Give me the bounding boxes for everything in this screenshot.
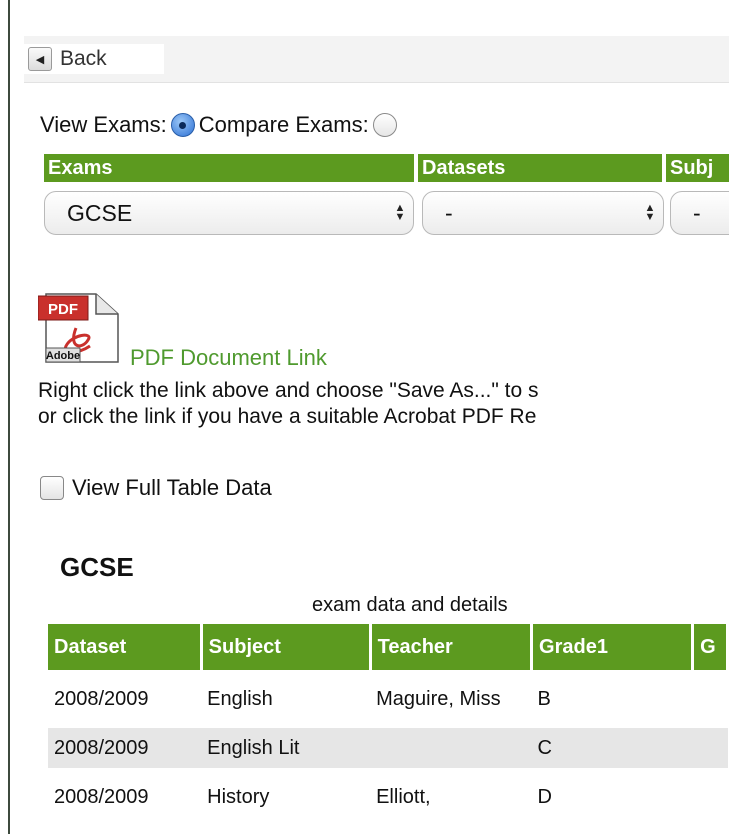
toolbar-divider bbox=[24, 82, 729, 83]
full-table-checkbox[interactable] bbox=[40, 476, 64, 500]
exams-filter-header: Exams bbox=[44, 154, 414, 182]
column-header-teacher[interactable]: Teacher bbox=[370, 624, 534, 670]
cell-grade1: D bbox=[531, 768, 693, 826]
cell-g bbox=[692, 768, 728, 826]
toolbar: ◀ Back bbox=[24, 36, 729, 83]
view-exams-radio[interactable] bbox=[170, 113, 195, 137]
back-arrow-icon: ◀ bbox=[28, 47, 52, 71]
subject-filter-header: Subj bbox=[666, 154, 729, 182]
pdf-help-text: Right click the link above and choose "S… bbox=[38, 378, 729, 430]
cell-teacher: Maguire, Miss bbox=[370, 670, 532, 728]
exam-data-table: Dataset Subject Teacher Grade1 G 2008/20… bbox=[48, 624, 729, 826]
window-edge bbox=[8, 0, 10, 834]
exams-select-value: GCSE bbox=[67, 199, 133, 226]
cell-g bbox=[692, 728, 728, 768]
table-row: 2008/2009 English Maguire, Miss B bbox=[48, 670, 728, 728]
pdf-help-line-1: Right click the link above and choose "S… bbox=[38, 379, 539, 402]
cell-dataset: 2008/2009 bbox=[48, 768, 202, 826]
cell-teacher bbox=[370, 728, 532, 768]
table-row: 2008/2009 History Elliott, D bbox=[48, 768, 728, 826]
pdf-document-link[interactable]: PDF Document Link bbox=[130, 345, 327, 371]
cell-dataset: 2008/2009 bbox=[48, 728, 202, 768]
subject-select-value: - bbox=[693, 199, 701, 226]
subject-select[interactable]: - bbox=[670, 191, 729, 235]
cell-subject: English bbox=[201, 670, 371, 728]
back-button[interactable]: ◀ Back bbox=[24, 44, 164, 74]
cell-dataset: 2008/2009 bbox=[48, 670, 202, 728]
select-arrows-icon: ▲ ▼ bbox=[394, 202, 406, 223]
table-caption: exam data and details bbox=[312, 594, 508, 616]
pdf-document-icon[interactable]: PDF Adobe bbox=[38, 288, 122, 364]
view-mode-row: View Exams: Compare Exams: bbox=[40, 107, 401, 143]
cell-subject: English Lit bbox=[201, 728, 371, 768]
cell-teacher: Elliott, bbox=[370, 768, 532, 826]
full-table-toggle[interactable]: View Full Table Data bbox=[40, 475, 272, 501]
back-label: Back bbox=[60, 47, 107, 70]
page: ◀ Back View Exams: Compare Exams: Exams … bbox=[0, 0, 729, 834]
datasets-select[interactable]: - ▲ ▼ bbox=[422, 191, 664, 235]
pdf-icon-label: PDF bbox=[48, 301, 78, 318]
pdf-icon-brand: Adobe bbox=[46, 350, 80, 362]
section-title: GCSE bbox=[60, 552, 134, 582]
table-header-row: Dataset Subject Teacher Grade1 G bbox=[48, 624, 729, 670]
compare-exams-radio[interactable] bbox=[372, 113, 397, 137]
full-table-label: View Full Table Data bbox=[72, 475, 272, 500]
datasets-filter-header: Datasets bbox=[418, 154, 662, 182]
column-header-g[interactable]: G bbox=[692, 624, 729, 670]
cell-grade1: C bbox=[531, 728, 693, 768]
column-header-subject[interactable]: Subject bbox=[201, 624, 372, 670]
cell-subject: History bbox=[201, 768, 371, 826]
column-header-dataset[interactable]: Dataset bbox=[48, 624, 203, 670]
view-exams-label: View Exams: bbox=[40, 112, 167, 137]
exams-select[interactable]: GCSE ▲ ▼ bbox=[44, 191, 414, 235]
cell-g bbox=[692, 670, 728, 728]
datasets-select-value: - bbox=[445, 199, 453, 226]
select-arrows-icon: ▲ ▼ bbox=[644, 202, 656, 223]
compare-exams-label: Compare Exams: bbox=[198, 112, 369, 137]
column-header-grade1[interactable]: Grade1 bbox=[531, 624, 695, 670]
table-row: 2008/2009 English Lit C bbox=[48, 728, 728, 768]
pdf-help-line-2: or click the link if you have a suitable… bbox=[38, 405, 537, 428]
cell-grade1: B bbox=[531, 670, 693, 728]
